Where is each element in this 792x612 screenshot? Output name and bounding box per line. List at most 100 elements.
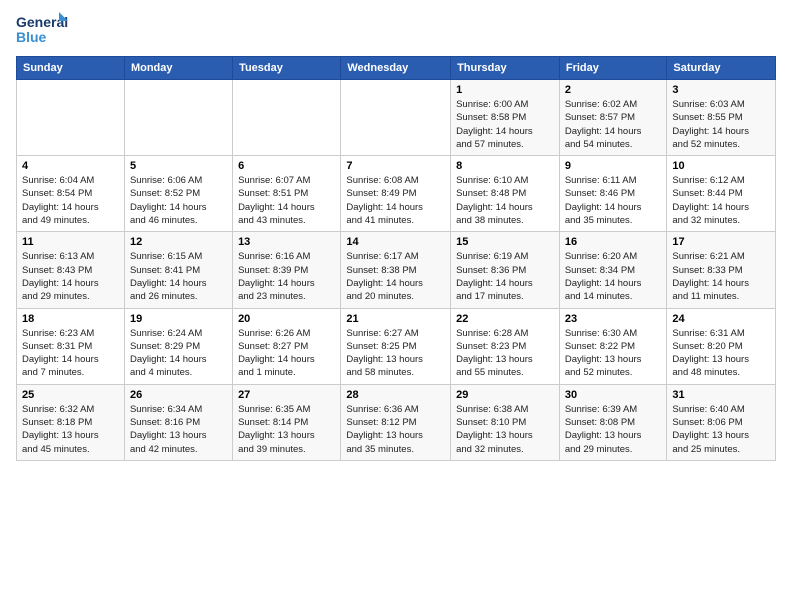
calendar-cell: 1 Sunrise: 6:00 AMSunset: 8:58 PMDaylight… <box>451 80 560 156</box>
day-number: 10 <box>672 160 770 172</box>
day-info: Sunrise: 6:32 AMSunset: 8:18 PMDaylight:… <box>22 403 119 456</box>
day-info: Sunrise: 6:38 AMSunset: 8:10 PMDaylight:… <box>456 403 554 456</box>
day-info: Sunrise: 6:11 AMSunset: 8:46 PMDaylight:… <box>565 174 662 227</box>
day-info: Sunrise: 6:10 AMSunset: 8:48 PMDaylight:… <box>456 174 554 227</box>
calendar-cell <box>341 80 451 156</box>
calendar-cell: 14Sunrise: 6:17 AMSunset: 8:38 PMDayligh… <box>341 232 451 308</box>
day-number: 17 <box>672 236 770 248</box>
day-number: 2 <box>565 84 662 96</box>
day-number: 27 <box>238 389 335 401</box>
calendar-cell: 13Sunrise: 6:16 AMSunset: 8:39 PMDayligh… <box>233 232 341 308</box>
svg-text:Blue: Blue <box>16 29 47 45</box>
day-info: Sunrise: 6:12 AMSunset: 8:44 PMDaylight:… <box>672 174 770 227</box>
day-number: 31 <box>672 389 770 401</box>
logo: General Blue <box>16 12 68 50</box>
calendar-cell: 15Sunrise: 6:19 AMSunset: 8:36 PMDayligh… <box>451 232 560 308</box>
week-row-1: 4 Sunrise: 6:04 AMSunset: 8:54 PMDaylight… <box>17 156 776 232</box>
calendar-cell: 22 Sunrise: 6:28 AMSunset: 8:23 PMDayligh… <box>451 308 560 384</box>
day-number: 25 <box>22 389 119 401</box>
calendar-cell: 5 Sunrise: 6:06 AMSunset: 8:52 PMDaylight… <box>124 156 232 232</box>
day-info: Sunrise: 6:26 AMSunset: 8:27 PMDaylight:… <box>238 327 335 380</box>
calendar-cell: 28Sunrise: 6:36 AMSunset: 8:12 PMDayligh… <box>341 384 451 460</box>
day-info: Sunrise: 6:27 AMSunset: 8:25 PMDaylight:… <box>346 327 445 380</box>
day-number: 22 <box>456 313 554 325</box>
calendar-cell: 24 Sunrise: 6:31 AMSunset: 8:20 PMDayligh… <box>667 308 776 384</box>
calendar-cell: 2 Sunrise: 6:02 AMSunset: 8:57 PMDaylight… <box>559 80 667 156</box>
day-number: 12 <box>130 236 227 248</box>
calendar-cell: 8 Sunrise: 6:10 AMSunset: 8:48 PMDaylight… <box>451 156 560 232</box>
week-row-0: 1 Sunrise: 6:00 AMSunset: 8:58 PMDaylight… <box>17 80 776 156</box>
day-info: Sunrise: 6:30 AMSunset: 8:22 PMDaylight:… <box>565 327 662 380</box>
day-info: Sunrise: 6:00 AMSunset: 8:58 PMDaylight:… <box>456 98 554 151</box>
day-info: Sunrise: 6:02 AMSunset: 8:57 PMDaylight:… <box>565 98 662 151</box>
page: General Blue SundayMondayTuesdayWednesda… <box>0 0 792 469</box>
calendar-cell: 11Sunrise: 6:13 AMSunset: 8:43 PMDayligh… <box>17 232 125 308</box>
day-info: Sunrise: 6:31 AMSunset: 8:20 PMDaylight:… <box>672 327 770 380</box>
header-sunday: Sunday <box>17 57 125 80</box>
day-number: 9 <box>565 160 662 172</box>
calendar-cell: 20 Sunrise: 6:26 AMSunset: 8:27 PMDayligh… <box>233 308 341 384</box>
day-number: 15 <box>456 236 554 248</box>
day-number: 16 <box>565 236 662 248</box>
calendar-cell: 12 Sunrise: 6:15 AMSunset: 8:41 PMDayligh… <box>124 232 232 308</box>
day-info: Sunrise: 6:08 AMSunset: 8:49 PMDaylight:… <box>346 174 445 227</box>
week-row-2: 11Sunrise: 6:13 AMSunset: 8:43 PMDayligh… <box>17 232 776 308</box>
calendar-cell: 30Sunrise: 6:39 AMSunset: 8:08 PMDayligh… <box>559 384 667 460</box>
calendar-cell <box>17 80 125 156</box>
header-tuesday: Tuesday <box>233 57 341 80</box>
calendar-cell: 9 Sunrise: 6:11 AMSunset: 8:46 PMDaylight… <box>559 156 667 232</box>
calendar-cell: 29 Sunrise: 6:38 AMSunset: 8:10 PMDayligh… <box>451 384 560 460</box>
day-info: Sunrise: 6:07 AMSunset: 8:51 PMDaylight:… <box>238 174 335 227</box>
header-saturday: Saturday <box>667 57 776 80</box>
day-number: 20 <box>238 313 335 325</box>
header-thursday: Thursday <box>451 57 560 80</box>
day-number: 26 <box>130 389 227 401</box>
calendar-cell: 18Sunrise: 6:23 AMSunset: 8:31 PMDayligh… <box>17 308 125 384</box>
day-number: 19 <box>130 313 227 325</box>
calendar-cell: 23 Sunrise: 6:30 AMSunset: 8:22 PMDayligh… <box>559 308 667 384</box>
calendar-cell: 16 Sunrise: 6:20 AMSunset: 8:34 PMDayligh… <box>559 232 667 308</box>
day-number: 3 <box>672 84 770 96</box>
day-number: 1 <box>456 84 554 96</box>
calendar-cell: 3 Sunrise: 6:03 AMSunset: 8:55 PMDaylight… <box>667 80 776 156</box>
day-number: 4 <box>22 160 119 172</box>
day-number: 21 <box>346 313 445 325</box>
day-info: Sunrise: 6:15 AMSunset: 8:41 PMDaylight:… <box>130 250 227 303</box>
day-info: Sunrise: 6:34 AMSunset: 8:16 PMDaylight:… <box>130 403 227 456</box>
day-info: Sunrise: 6:04 AMSunset: 8:54 PMDaylight:… <box>22 174 119 227</box>
calendar-cell <box>124 80 232 156</box>
calendar-cell <box>233 80 341 156</box>
calendar-cell: 6 Sunrise: 6:07 AMSunset: 8:51 PMDaylight… <box>233 156 341 232</box>
day-number: 5 <box>130 160 227 172</box>
calendar-cell: 27 Sunrise: 6:35 AMSunset: 8:14 PMDayligh… <box>233 384 341 460</box>
day-number: 23 <box>565 313 662 325</box>
calendar-cell: 7 Sunrise: 6:08 AMSunset: 8:49 PMDaylight… <box>341 156 451 232</box>
day-number: 29 <box>456 389 554 401</box>
day-number: 24 <box>672 313 770 325</box>
day-info: Sunrise: 6:23 AMSunset: 8:31 PMDaylight:… <box>22 327 119 380</box>
header: General Blue <box>16 12 776 50</box>
day-number: 6 <box>238 160 335 172</box>
day-number: 7 <box>346 160 445 172</box>
calendar-cell: 4 Sunrise: 6:04 AMSunset: 8:54 PMDaylight… <box>17 156 125 232</box>
day-info: Sunrise: 6:24 AMSunset: 8:29 PMDaylight:… <box>130 327 227 380</box>
day-info: Sunrise: 6:20 AMSunset: 8:34 PMDaylight:… <box>565 250 662 303</box>
day-info: Sunrise: 6:16 AMSunset: 8:39 PMDaylight:… <box>238 250 335 303</box>
day-info: Sunrise: 6:06 AMSunset: 8:52 PMDaylight:… <box>130 174 227 227</box>
calendar-table: SundayMondayTuesdayWednesdayThursdayFrid… <box>16 56 776 461</box>
header-wednesday: Wednesday <box>341 57 451 80</box>
day-info: Sunrise: 6:28 AMSunset: 8:23 PMDaylight:… <box>456 327 554 380</box>
calendar-cell: 26 Sunrise: 6:34 AMSunset: 8:16 PMDayligh… <box>124 384 232 460</box>
day-info: Sunrise: 6:03 AMSunset: 8:55 PMDaylight:… <box>672 98 770 151</box>
day-info: Sunrise: 6:13 AMSunset: 8:43 PMDaylight:… <box>22 250 119 303</box>
day-number: 14 <box>346 236 445 248</box>
day-info: Sunrise: 6:40 AMSunset: 8:06 PMDaylight:… <box>672 403 770 456</box>
day-info: Sunrise: 6:35 AMSunset: 8:14 PMDaylight:… <box>238 403 335 456</box>
logo-svg: General Blue <box>16 12 68 50</box>
day-number: 28 <box>346 389 445 401</box>
calendar-header-row: SundayMondayTuesdayWednesdayThursdayFrid… <box>17 57 776 80</box>
day-number: 8 <box>456 160 554 172</box>
calendar-cell: 21 Sunrise: 6:27 AMSunset: 8:25 PMDayligh… <box>341 308 451 384</box>
week-row-3: 18Sunrise: 6:23 AMSunset: 8:31 PMDayligh… <box>17 308 776 384</box>
header-monday: Monday <box>124 57 232 80</box>
